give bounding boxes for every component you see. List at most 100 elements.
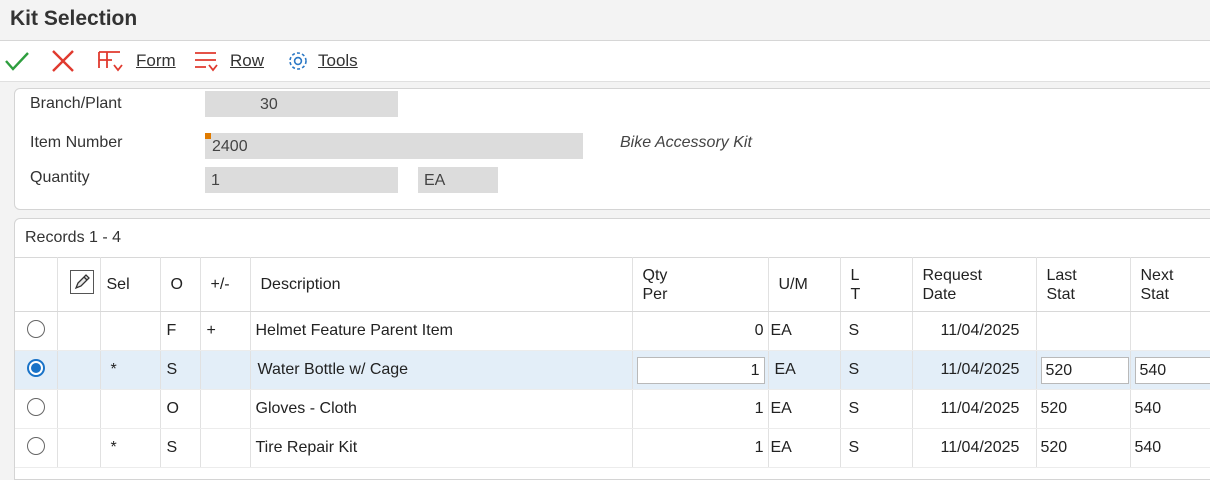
row-select-radio[interactable] [27, 320, 45, 338]
row-request-date: 11/04/2025 [912, 429, 1036, 468]
row-request-date: 11/04/2025 [912, 312, 1036, 351]
last-stat-input[interactable]: 520 [1041, 357, 1129, 384]
row-um: EA [768, 312, 840, 351]
row-lt: S [840, 351, 912, 390]
gear-icon [284, 48, 312, 74]
header-lt-line2: T [851, 286, 861, 303]
row-last-stat-cell[interactable]: 520 [1036, 351, 1130, 390]
row-lt: S [840, 390, 912, 429]
header-request-date[interactable]: Request Date [912, 258, 1036, 312]
quantity-uom-field[interactable]: EA [418, 167, 498, 193]
row-last-stat: 520 [1036, 390, 1130, 429]
row-plusminus [200, 390, 250, 429]
table-row[interactable]: * S Water Bottle w/ Cage 1 EA S 11/04/20… [15, 351, 1210, 390]
header-qty-per-line1: Qty [643, 267, 668, 284]
header-description[interactable]: Description [250, 258, 632, 312]
row-sel: * [100, 351, 160, 390]
header-qty-per[interactable]: Qty Per [632, 258, 768, 312]
grid-panel: Records 1 - 4 Sel O +/- Descriptio [14, 218, 1210, 480]
branch-plant-field[interactable]: 30 [205, 91, 398, 117]
quantity-label: Quantity [30, 169, 90, 187]
window-title: Kit Selection [10, 7, 137, 31]
row-edit-cell [57, 429, 100, 468]
close-icon [50, 48, 76, 74]
row-select-cell[interactable] [15, 429, 57, 468]
header-um[interactable]: U/M [768, 258, 840, 312]
row-last-stat: 520 [1036, 429, 1130, 468]
row-qty-per: 1 [632, 390, 768, 429]
row-edit-cell [57, 351, 100, 390]
row-select-radio[interactable] [27, 359, 45, 377]
row-um: EA [768, 351, 840, 390]
toolbar: Form Row Tools [0, 41, 1210, 82]
header-next-stat[interactable]: Next Stat [1130, 258, 1210, 312]
form-menu-label: Form [136, 51, 176, 71]
header-plusminus[interactable]: +/- [200, 258, 250, 312]
row-next-stat-cell[interactable]: 540 [1130, 351, 1210, 390]
row-select-radio[interactable] [27, 398, 45, 416]
row-qty-per-cell[interactable]: 1 [632, 351, 768, 390]
header-panel: Branch/Plant 30 Item Number 2400 Bike Ac… [14, 88, 1210, 210]
row-description: Helmet Feature Parent Item [250, 312, 632, 351]
row-um: EA [768, 390, 840, 429]
row-edit-cell [57, 390, 100, 429]
records-count: Records 1 - 4 [25, 229, 121, 247]
header-sel[interactable]: Sel [100, 258, 160, 312]
header-last-stat-line1: Last [1047, 267, 1077, 284]
row-description: Tire Repair Kit [250, 429, 632, 468]
ok-button[interactable] [4, 48, 30, 74]
row-o: S [160, 429, 200, 468]
row-menu-label: Row [230, 51, 264, 71]
row-description: Gloves - Cloth [250, 390, 632, 429]
row-request-date: 11/04/2025 [912, 351, 1036, 390]
header-lt-line1: L [851, 267, 860, 284]
tools-menu-label: Tools [318, 51, 358, 71]
qty-per-input[interactable]: 1 [637, 357, 765, 384]
grid-header-row: Sel O +/- Description Qty Per U/M LT Requ… [15, 258, 1210, 312]
row-o: O [160, 390, 200, 429]
header-next-stat-line1: Next [1141, 267, 1174, 284]
tools-menu-button[interactable]: Tools [284, 48, 358, 74]
header-next-stat-line2: Stat [1141, 286, 1169, 303]
header-o[interactable]: O [160, 258, 200, 312]
table-row[interactable]: O Gloves - Cloth 1 EA S 11/04/2025 520 5… [15, 390, 1210, 429]
header-request-date-line1: Request [923, 267, 983, 284]
row-sel [100, 312, 160, 351]
row-sel: * [100, 429, 160, 468]
header-qty-per-line2: Per [643, 286, 668, 303]
row-qty-per: 0 [632, 312, 768, 351]
row-lt: S [840, 312, 912, 351]
row-select-cell[interactable] [15, 312, 57, 351]
form-menu-button[interactable]: Form [96, 48, 176, 74]
row-lt: S [840, 429, 912, 468]
checkmark-icon [4, 48, 30, 74]
header-last-stat[interactable]: LastStat [1036, 258, 1130, 312]
row-select-cell[interactable] [15, 351, 57, 390]
row-select-radio[interactable] [27, 437, 45, 455]
quantity-field[interactable]: 1 [205, 167, 398, 193]
row-menu-button[interactable]: Row [192, 48, 264, 74]
row-next-stat [1130, 312, 1210, 351]
title-bar: Kit Selection [0, 0, 1210, 41]
header-request-date-line2: Date [923, 286, 957, 303]
branch-plant-label: Branch/Plant [30, 95, 122, 113]
header-edit-cell[interactable] [57, 258, 100, 312]
row-next-stat: 540 [1130, 429, 1210, 468]
table-row[interactable]: F + Helmet Feature Parent Item 0 EA S 11… [15, 312, 1210, 351]
row-o: F [160, 312, 200, 351]
row-plusminus [200, 351, 250, 390]
next-stat-input[interactable]: 540 [1135, 357, 1210, 384]
row-o: S [160, 351, 200, 390]
item-number-label: Item Number [30, 134, 122, 152]
table-row[interactable]: * S Tire Repair Kit 1 EA S 11/04/2025 52… [15, 429, 1210, 468]
row-qty-per: 1 [632, 429, 768, 468]
header-select-cell [15, 258, 57, 312]
row-plusminus [200, 429, 250, 468]
row-next-stat: 540 [1130, 390, 1210, 429]
row-select-cell[interactable] [15, 390, 57, 429]
row-request-date: 11/04/2025 [912, 390, 1036, 429]
kit-components-grid: Sel O +/- Description Qty Per U/M LT Requ… [15, 257, 1210, 468]
header-lt[interactable]: LT [840, 258, 912, 312]
cancel-button[interactable] [50, 48, 76, 74]
item-number-field[interactable]: 2400 [205, 133, 583, 159]
